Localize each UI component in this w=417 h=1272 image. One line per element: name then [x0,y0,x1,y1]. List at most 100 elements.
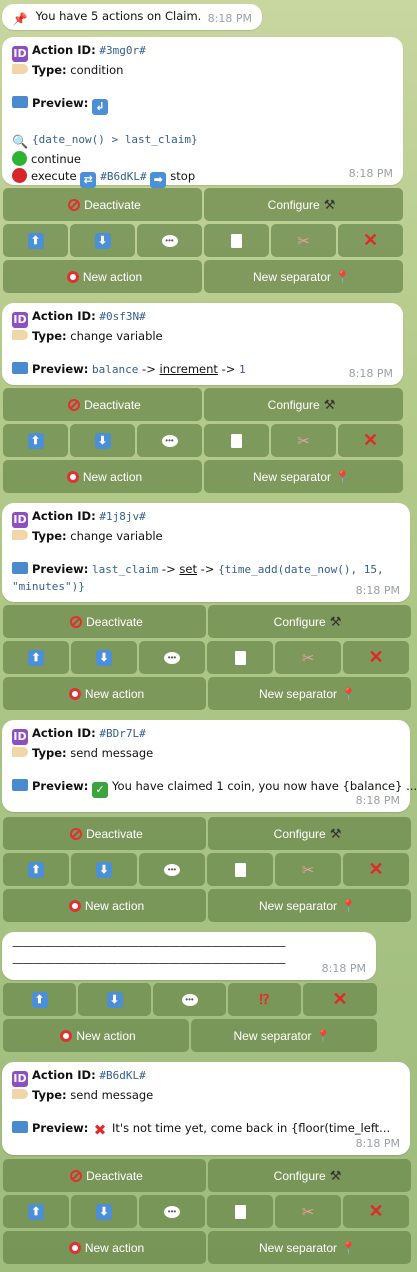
deactivate-button[interactable]: Deactivate [3,1159,206,1192]
shuffle-icon: ⇄ [80,172,97,188]
comment-button[interactable]: ••• [137,224,202,257]
copy-button[interactable] [207,853,273,886]
configure-button[interactable]: Configure ⚒ [208,605,411,638]
continue-text: continue [31,152,82,166]
deactivate-button[interactable]: Deactivate [3,188,202,221]
speech-bubble-icon: ••• [164,651,180,664]
move-down-button[interactable]: ⬇ [78,983,151,1016]
round-pushpin-icon: 📍 [341,898,356,913]
type-value: change variable [70,329,163,343]
action-id-value[interactable]: #0sf3N# [99,310,145,323]
new-action-button[interactable]: New action [3,677,206,710]
new-separator-button[interactable]: New separator 📍 [208,1231,411,1264]
type-label: Type: [32,1088,67,1102]
message-time: 8:18 PM [348,167,393,180]
new-action-button[interactable]: New action [3,260,202,293]
new-action-button[interactable]: New action [3,1231,206,1264]
move-down-button[interactable]: ⬇ [70,224,135,257]
configure-button[interactable]: Configure ⚒ [208,817,411,850]
comment-button[interactable]: ••• [139,1195,205,1228]
preview-text: It's not time yet, come back in {floor(t… [112,1121,391,1135]
folder-icon [12,562,28,574]
cut-button[interactable]: ✂ [271,224,336,257]
scissors-icon: ✂ [297,232,310,250]
delete-button[interactable]: ✕ [338,224,403,257]
cut-button[interactable]: ✂ [275,853,341,886]
page-icon [231,433,242,448]
cut-button[interactable]: ✂ [275,641,341,674]
delete-button[interactable]: ✕ [343,641,409,674]
move-down-button[interactable]: ⬇ [71,1195,137,1228]
move-down-button[interactable]: ⬇ [71,641,137,674]
configure-button[interactable]: Configure ⚒ [204,188,403,221]
magnifier-icon: 🔍 [12,135,29,150]
move-up-button[interactable]: ⬆ [3,641,69,674]
copy-button[interactable] [207,1195,273,1228]
round-pushpin-icon: 📍 [315,1028,331,1043]
comment-button[interactable]: ••• [153,983,226,1016]
deactivate-button[interactable]: Deactivate [3,817,206,850]
page-icon [234,650,246,665]
action-message-1: ID Action ID: #3mg0r# Type: condition Pre… [2,37,403,188]
down-arrow-icon: ⬇ [106,991,123,1008]
new-action-button[interactable]: New action [3,1019,189,1052]
move-up-button[interactable]: ⬆ [3,424,68,457]
action-id-value[interactable]: #BDr7L# [99,727,145,740]
configure-label: Configure [273,826,326,841]
new-separator-label: New separator [259,1240,338,1255]
new-separator-button[interactable]: New separator 📍 [191,1019,377,1052]
down-arrow-icon: ⬇ [94,432,111,449]
new-action-button[interactable]: New action [3,889,206,922]
move-up-button[interactable]: ⬆ [3,853,69,886]
comment-button[interactable]: ••• [139,641,205,674]
move-down-button[interactable]: ⬇ [70,424,135,457]
move-up-button[interactable]: ⬆ [3,983,76,1016]
execute-ref-link[interactable]: #B6dKL# [100,170,146,183]
comment-button[interactable]: ••• [137,424,202,457]
new-separator-button[interactable]: New separator 📍 [204,260,403,293]
cross-mark-icon: ✖ [93,1121,107,1139]
copy-button[interactable] [204,424,269,457]
down-arrow-icon: ⬇ [96,1203,112,1220]
action-id-label: Action ID: [32,309,96,323]
configure-button[interactable]: Configure ⚒ [208,1159,411,1192]
cut-button[interactable]: ✂ [271,424,336,457]
configure-button[interactable]: Configure ⚒ [204,388,403,421]
message-time: 8:18 PM [355,584,400,597]
delete-button[interactable]: ✕ [338,424,403,457]
action-id-value[interactable]: #3mg0r# [99,44,145,57]
comment-button[interactable]: ••• [139,853,205,886]
new-separator-label: New separator [253,269,332,284]
cross-mark-icon: ✕ [362,430,379,450]
arrow-text: -> [142,362,156,376]
deactivate-button[interactable]: Deactivate [3,605,206,638]
delete-button[interactable]: ✕ [343,853,409,886]
copy-button[interactable] [204,224,269,257]
hammer-and-pick-icon: ⚒ [329,613,342,629]
new-action-label: New action [82,269,143,284]
id-badge-icon: ID [12,46,28,62]
deactivate-button[interactable]: Deactivate [3,388,202,421]
delete-button[interactable]: ✕ [303,983,377,1016]
new-separator-button[interactable]: New separator 📍 [208,889,411,922]
move-up-button[interactable]: ⬆ [3,224,68,257]
stop-text: stop [170,169,196,183]
action-id-value[interactable]: #B6dKL# [99,1069,145,1082]
action-id-label: Action ID: [32,1068,96,1082]
folder-icon [12,1121,28,1133]
prohibited-icon [68,398,81,411]
preview-operation: increment [159,362,218,376]
action-id-value[interactable]: #1j8jv# [99,510,145,523]
cut-button[interactable]: ✂ [275,1195,341,1228]
move-up-button[interactable]: ⬆ [3,1195,69,1228]
copy-button[interactable] [207,641,273,674]
new-separator-button[interactable]: New separator 📍 [208,677,411,710]
interrobang-button[interactable]: ⁉ [228,983,301,1016]
move-down-button[interactable]: ⬇ [71,853,137,886]
delete-button[interactable]: ✕ [343,1195,409,1228]
new-action-button[interactable]: New action [3,460,202,493]
new-separator-button[interactable]: New separator 📍 [204,460,403,493]
action-message-4: ID Action ID: #BDr7L# Type: send message … [2,720,417,812]
round-pushpin-icon: 📍 [335,269,350,284]
speech-bubble-icon: ••• [161,434,178,447]
